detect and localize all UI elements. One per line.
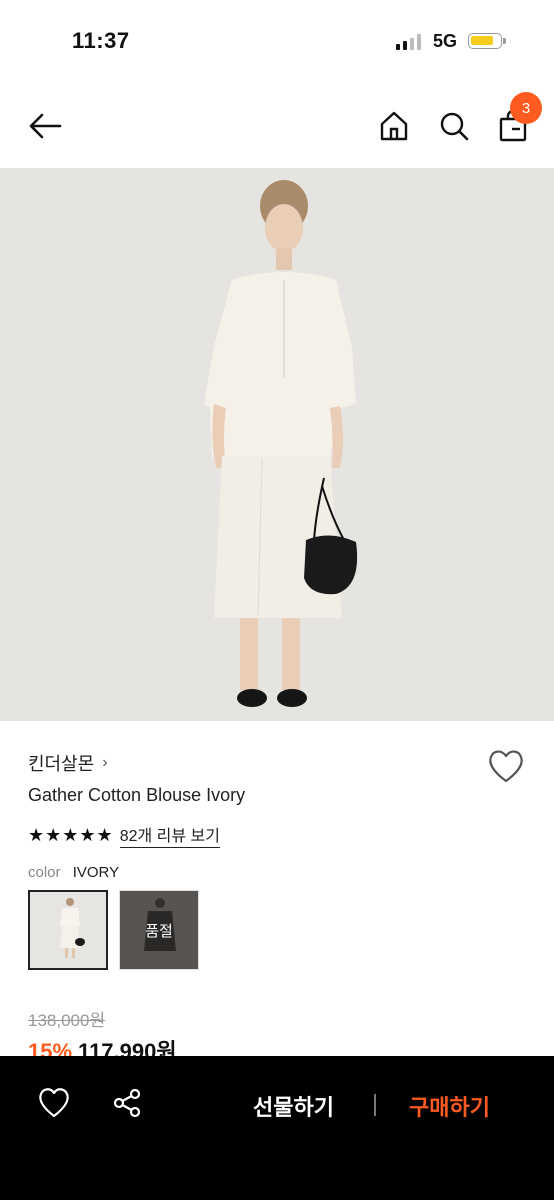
top-nav xyxy=(0,84,554,168)
color-label: color xyxy=(28,864,61,881)
original-price: 138,000원 xyxy=(28,1011,106,1030)
color-value: IVORY xyxy=(72,864,120,881)
action-divider xyxy=(374,1094,376,1116)
review-link[interactable]: 82개 리뷰 보기 xyxy=(119,822,220,848)
signal-icon xyxy=(396,34,421,50)
network-type: 5G xyxy=(433,31,458,51)
brand-link[interactable]: 킨더살몬 › xyxy=(28,751,108,775)
swatch-thumbnail xyxy=(30,892,106,968)
status-bar: 11:37 5G xyxy=(0,0,554,84)
product-image[interactable] xyxy=(0,168,554,721)
share-icon xyxy=(113,1088,141,1118)
brand-name: 킨더살몬 xyxy=(28,754,95,774)
arrow-left-icon xyxy=(29,113,62,139)
color-row: color IVORY xyxy=(28,864,119,881)
model-photo-illustration xyxy=(0,168,554,721)
home-icon xyxy=(380,111,408,141)
wishlist-button[interactable] xyxy=(487,748,525,784)
rating-row: ★★★★★ 82개 리뷰 보기 xyxy=(28,822,220,848)
product-title: Gather Cotton Blouse Ivory xyxy=(28,785,246,805)
status-time: 11:37 xyxy=(72,28,130,53)
search-button[interactable] xyxy=(434,104,474,148)
cart-count-badge: 3 xyxy=(510,92,542,124)
heart-icon xyxy=(39,1088,69,1118)
color-option-ivory[interactable] xyxy=(28,890,108,970)
search-icon xyxy=(440,112,469,141)
chevron-right-icon: › xyxy=(102,754,108,771)
share-button[interactable] xyxy=(110,1086,144,1120)
color-option-sold-out[interactable]: 품절 xyxy=(119,890,199,970)
bottom-wishlist-button[interactable] xyxy=(37,1086,71,1120)
gift-button[interactable]: 선물하기 xyxy=(253,1090,334,1122)
heart-icon xyxy=(489,750,523,783)
bottom-action-bar: 선물하기 구매하기 xyxy=(0,1056,554,1200)
buy-button[interactable]: 구매하기 xyxy=(409,1090,490,1122)
home-button[interactable] xyxy=(374,104,414,148)
rating-stars: ★★★★★ xyxy=(28,824,114,845)
battery-icon xyxy=(468,33,506,49)
sold-out-label: 품절 xyxy=(120,891,198,969)
back-button[interactable] xyxy=(25,104,65,148)
